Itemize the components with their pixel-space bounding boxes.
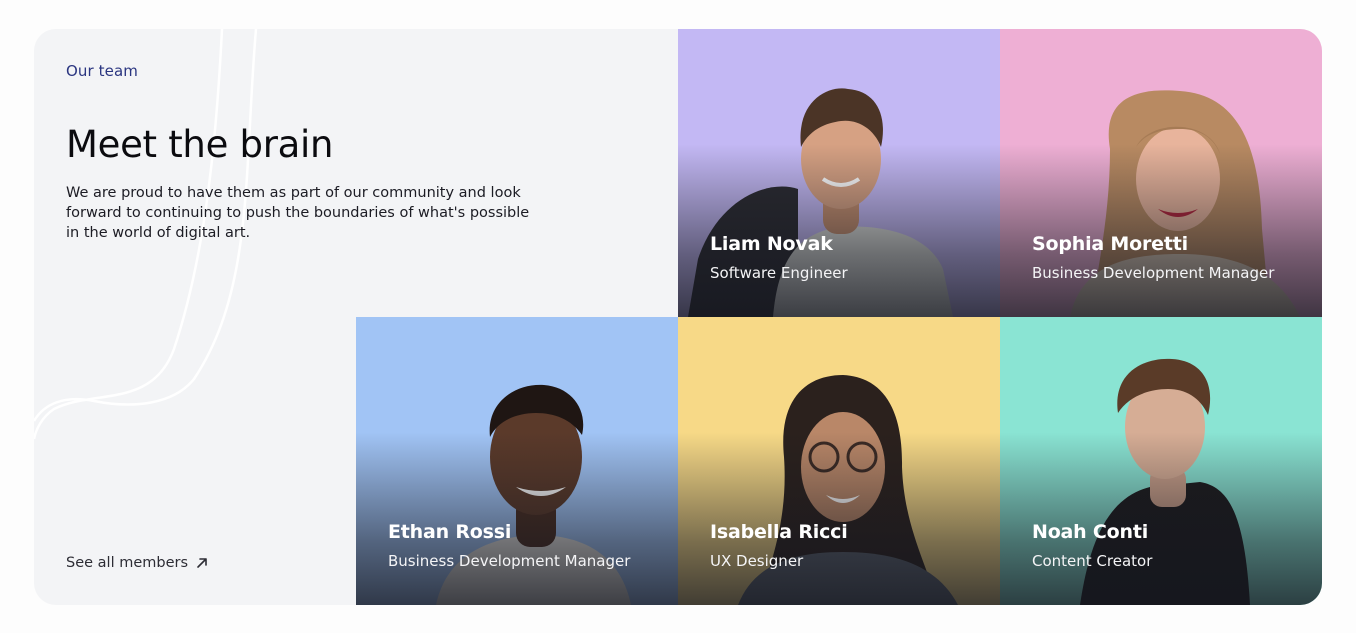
member-role: Content Creator xyxy=(1032,552,1153,570)
section-eyebrow: Our team xyxy=(66,62,138,80)
see-all-members-link[interactable]: See all members xyxy=(66,555,208,571)
member-role: Business Development Manager xyxy=(1032,264,1275,282)
section-title: Meet the brain xyxy=(66,123,334,166)
team-section: Our team Meet the brain We are proud to … xyxy=(34,29,1322,605)
member-name: Ethan Rossi xyxy=(388,521,512,543)
member-name: Liam Novak xyxy=(710,233,833,255)
member-role: UX Designer xyxy=(710,552,804,570)
member-card-isabella-ricci[interactable]: Isabella Ricci UX Designer xyxy=(678,317,1000,605)
arrow-up-right-icon xyxy=(197,558,207,568)
member-card-liam-novak[interactable]: Liam Novak Software Engineer xyxy=(678,29,1000,317)
section-description: We are proud to have them as part of our… xyxy=(66,185,530,241)
member-card-sophia-moretti[interactable]: Sophia Moretti Business Development Mana… xyxy=(1000,29,1322,317)
decorative-curves xyxy=(34,29,258,440)
member-role: Software Engineer xyxy=(710,264,848,282)
member-card-ethan-rossi[interactable]: Ethan Rossi Business Development Manager xyxy=(356,317,678,605)
member-name: Noah Conti xyxy=(1032,521,1149,543)
member-name: Isabella Ricci xyxy=(710,521,848,543)
member-role: Business Development Manager xyxy=(388,552,631,570)
see-all-members-label: See all members xyxy=(66,555,189,571)
member-card-noah-conti[interactable]: Noah Conti Content Creator xyxy=(1000,317,1322,605)
member-name: Sophia Moretti xyxy=(1032,233,1188,255)
